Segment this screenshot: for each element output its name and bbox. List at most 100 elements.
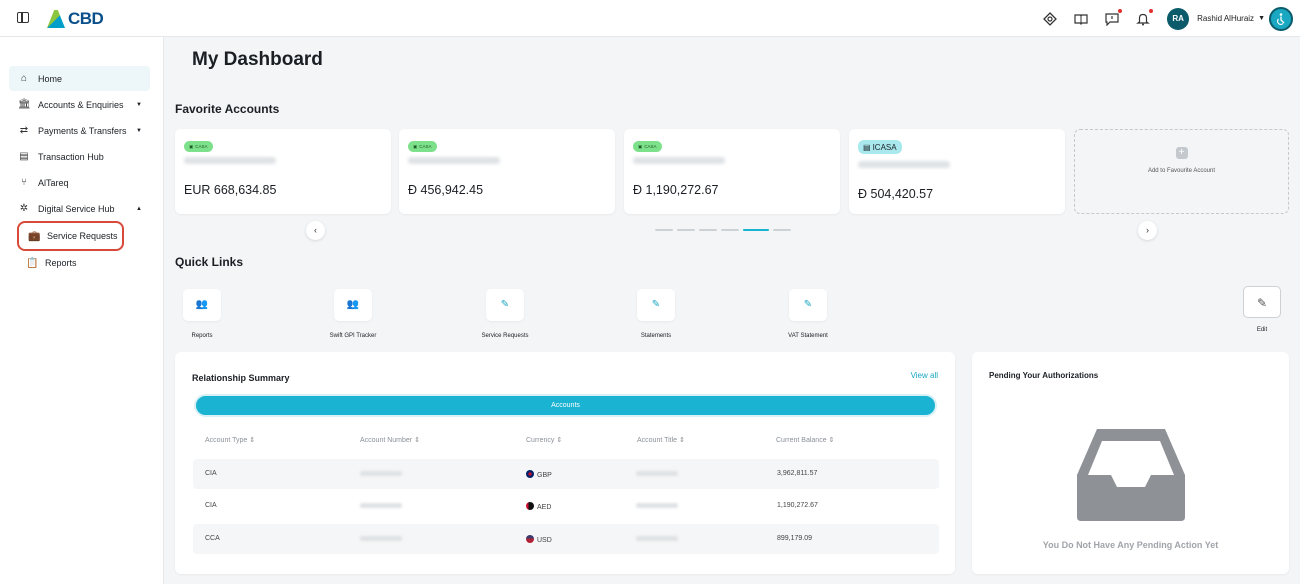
quick-link-reports[interactable]: 👥 Reports	[162, 289, 242, 339]
carousel-dot[interactable]	[773, 229, 791, 231]
tab-accounts[interactable]: Accounts	[194, 394, 937, 417]
account-type-cell: CCA	[205, 535, 220, 542]
favorite-account-card[interactable]: ▣ CASA Đ 456,942.45	[399, 129, 615, 214]
clipboard-icon: 📋	[26, 257, 39, 269]
book-icon[interactable]	[1074, 12, 1088, 26]
favorite-account-card[interactable]: ▣ CASA EUR 668,634.85	[175, 129, 391, 214]
quick-links-title: Quick Links	[175, 255, 244, 269]
card-icon: ▣	[189, 143, 194, 149]
message-alert-icon[interactable]	[1105, 8, 1123, 26]
balance-cell: 3,962,811.57	[777, 470, 818, 477]
document-icon: ▤	[19, 151, 29, 162]
sidebar-item-home[interactable]: ⌂ Home	[9, 66, 150, 91]
card-icon: ▣	[638, 143, 643, 149]
users-icon: 👥	[183, 289, 221, 321]
account-balance: Đ 1,190,272.67	[633, 183, 719, 197]
bell-icon[interactable]	[1136, 8, 1154, 26]
hub-icon: ✲	[19, 203, 29, 214]
favorites-title: Favorite Accounts	[175, 102, 280, 116]
user-name[interactable]: Rashid AlHuraiz	[1197, 14, 1254, 23]
favorite-account-card[interactable]: ▤ ICASA Đ 504,420.57	[849, 129, 1065, 214]
transfer-icon: ⇄	[19, 125, 29, 136]
notification-dot	[1118, 8, 1123, 13]
uk-flag-icon	[526, 470, 534, 478]
quick-link-label: Service Requests	[481, 333, 529, 339]
carousel-dot[interactable]	[699, 229, 717, 231]
sidebar-item-label: Payments & Transfers	[38, 125, 127, 136]
avatar[interactable]: RA	[1167, 7, 1190, 30]
carousel-dot-active[interactable]	[743, 229, 769, 231]
account-type-cell: CIA	[205, 502, 217, 509]
carousel-next-button[interactable]: ›	[1138, 221, 1157, 240]
quick-link-statements[interactable]: ✎ Statements	[616, 289, 696, 339]
users-icon: 👥	[334, 289, 372, 321]
column-header-account-type[interactable]: Account Type ⇕	[205, 436, 255, 444]
quick-link-vat-statement[interactable]: ✎ VAT Statement	[768, 289, 848, 339]
sidebar-item-transaction-hub[interactable]: ▤ Transaction Hub	[9, 144, 150, 169]
account-type-badge: ▣ CASA	[408, 141, 437, 152]
chevron-up-icon: ▲	[136, 205, 142, 212]
column-header-account-title[interactable]: Account Title ⇕	[637, 436, 685, 444]
account-balance: Đ 456,942.45	[408, 183, 484, 197]
sidebar-item-label: AlTareq	[38, 177, 69, 188]
masked-account-title	[636, 536, 678, 541]
carousel-indicator	[655, 229, 791, 231]
add-favourite-label: Add to Favourite Account	[1147, 168, 1216, 174]
main-content: My Dashboard Favorite Accounts ▣ CASA EUR…	[164, 37, 1300, 584]
top-icons: RA Rashid AlHuraiz ▼	[1043, 0, 1300, 37]
table-row[interactable]: CIA AED 1,190,272.67	[193, 491, 939, 521]
masked-account-number	[360, 536, 402, 541]
sidebar-toggle-icon[interactable]	[17, 12, 29, 23]
relationship-summary-title: Relationship Summary	[192, 373, 290, 383]
sidebar-item-label: Service Requests	[47, 231, 118, 241]
currency-cell: AED	[526, 502, 551, 511]
page-title: My Dashboard	[192, 49, 323, 70]
column-header-currency[interactable]: Currency ⇕	[526, 436, 562, 444]
sidebar-item-service-requests[interactable]: 💼 Service Requests	[17, 221, 124, 251]
sidebar-item-payments[interactable]: ⇄ Payments & Transfers ▼	[9, 118, 150, 143]
empty-state-message: You Do Not Have Any Pending Action Yet	[1042, 540, 1219, 550]
uae-flag-icon	[526, 502, 534, 510]
sidebar-item-digital-service-hub[interactable]: ✲ Digital Service Hub ▲	[9, 196, 150, 221]
carousel-dot[interactable]	[655, 229, 673, 231]
notification-dot	[1149, 8, 1154, 13]
view-all-link[interactable]: View all	[911, 371, 938, 380]
logo-text: CBD	[68, 9, 104, 28]
column-header-account-number[interactable]: Account Number ⇕	[360, 436, 420, 444]
quick-link-label: VAT Statement	[788, 333, 828, 339]
account-type-badge: ▤ ICASA	[858, 140, 902, 154]
carousel-dot[interactable]	[721, 229, 739, 231]
add-favourite-card[interactable]: + Add to Favourite Account	[1074, 129, 1289, 214]
plus-icon: +	[1175, 147, 1188, 159]
masked-account-title	[636, 503, 678, 508]
offers-icon[interactable]	[1043, 11, 1058, 26]
favorite-account-card[interactable]: ▣ CASA Đ 1,190,272.67	[624, 129, 840, 214]
quick-link-service-requests[interactable]: ✎ Service Requests	[465, 289, 545, 339]
sidebar-item-label: Transaction Hub	[38, 151, 104, 162]
carousel-dot[interactable]	[677, 229, 695, 231]
network-icon: ⑂	[21, 177, 27, 188]
masked-account-name	[184, 157, 276, 164]
account-balance: Đ 504,420.57	[858, 187, 934, 201]
sidebar-item-altareq[interactable]: ⑂ AlTareq	[9, 170, 150, 195]
account-type-badge: ▣ CASA	[633, 141, 662, 152]
edit-document-icon: ✎	[637, 289, 675, 321]
edit-document-icon: ✎	[486, 289, 524, 321]
bank-icon: 🏛	[18, 99, 31, 110]
edit-quick-links-button[interactable]: ✎	[1243, 286, 1281, 318]
quick-link-swift-gpi[interactable]: 👥 Swift GPI Tracker	[313, 289, 393, 339]
carousel-prev-button[interactable]: ‹	[306, 221, 325, 240]
logo-mark	[47, 10, 65, 28]
accessibility-icon[interactable]	[1269, 6, 1293, 31]
cbd-logo[interactable]: CBD	[47, 9, 104, 29]
empty-inbox-icon	[1075, 427, 1187, 527]
account-balance: EUR 668,634.85	[184, 183, 277, 197]
chevron-down-icon[interactable]: ▼	[1258, 15, 1265, 22]
sidebar-item-reports[interactable]: 📋 Reports	[17, 248, 124, 278]
column-header-current-balance[interactable]: Current Balance ⇕	[776, 436, 834, 444]
us-flag-icon	[526, 535, 534, 543]
sidebar-item-accounts[interactable]: 🏛 Accounts & Enquiries ▼	[9, 92, 150, 117]
masked-account-title	[636, 471, 678, 476]
table-row[interactable]: CIA GBP 3,962,811.57	[193, 459, 939, 489]
table-row[interactable]: CCA USD 899,179.09	[193, 524, 939, 554]
